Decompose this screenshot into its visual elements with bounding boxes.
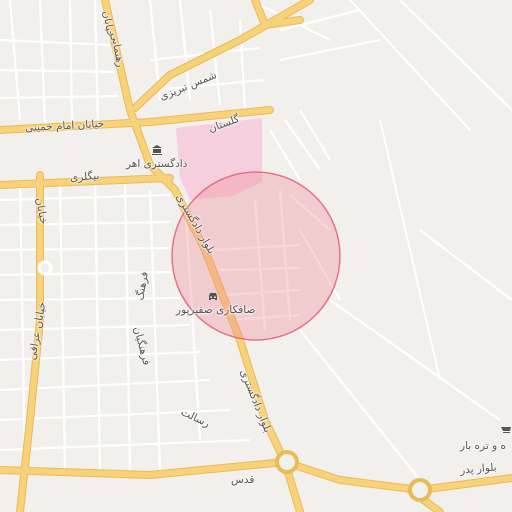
label-quds: قدس: [231, 474, 255, 486]
label-beygladi: بیگلری: [69, 169, 100, 185]
market-icon[interactable]: [500, 424, 512, 438]
label-tare-bar: ه و تره بار: [460, 440, 506, 452]
label-dadgostari-ahar: دادگستری اهر: [126, 158, 188, 170]
bank-icon[interactable]: [151, 144, 165, 158]
map-layer: [0, 0, 512, 512]
car-icon[interactable]: [207, 290, 221, 304]
label-safkari-safirpour: صافکاری صفیرپور: [176, 304, 256, 316]
map-canvas[interactable]: شمس تبریزی خیابان امام خمینی گلستان دادگ…: [0, 0, 512, 512]
